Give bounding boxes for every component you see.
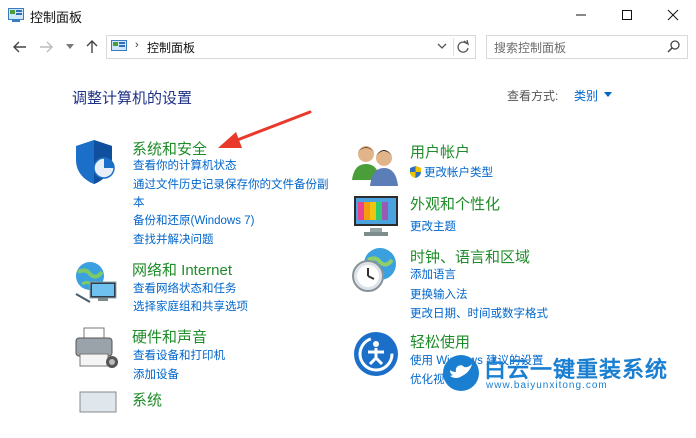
search-icon[interactable] — [667, 39, 681, 53]
ease-of-access-icon[interactable] — [352, 330, 400, 378]
watermark: 白云一键重装系统 www.baiyunxitong.com — [440, 350, 696, 399]
view-by-label: 查看方式: — [507, 89, 559, 103]
address-bar[interactable]: › 控制面板 — [106, 35, 476, 59]
up-button[interactable] — [82, 37, 102, 57]
clock-globe-icon[interactable] — [350, 246, 398, 294]
link-view-computer-status[interactable]: 查看你的计算机状态 — [133, 157, 237, 173]
category-appearance[interactable]: 外观和个性化 — [410, 193, 500, 214]
link-backup-restore[interactable]: 备份和还原(Windows 7) — [133, 212, 254, 228]
search-placeholder: 搜索控制面板 — [494, 41, 567, 55]
close-icon — [667, 9, 679, 21]
user-accounts-icon[interactable] — [352, 140, 400, 188]
title-bar: 控制面板 — [0, 0, 696, 30]
forward-button[interactable] — [36, 37, 56, 57]
link-devices-printers[interactable]: 查看设备和打印机 — [133, 347, 225, 363]
link-change-input-method[interactable]: 更换输入法 — [410, 286, 468, 302]
page-title: 调整计算机的设置 — [72, 90, 193, 107]
maximize-icon — [622, 10, 632, 20]
breadcrumb[interactable]: 控制面板 — [147, 39, 195, 56]
category-ease-of-access[interactable]: 轻松使用 — [410, 331, 470, 352]
control-panel-icon — [8, 8, 24, 22]
arrow-up-icon — [86, 40, 98, 53]
uac-shield-icon — [410, 166, 421, 178]
link-change-account-type-label[interactable]: 更改帐户类型 — [424, 167, 493, 179]
close-button[interactable] — [650, 0, 696, 30]
category-hardware-sound[interactable]: 硬件和声音 — [132, 326, 207, 347]
minimize-icon — [576, 14, 586, 16]
link-add-language[interactable]: 添加语言 — [410, 266, 456, 282]
network-globe-icon[interactable] — [72, 258, 120, 306]
printer-icon[interactable] — [72, 324, 120, 372]
link-network-status[interactable]: 查看网络状态和任务 — [133, 280, 237, 296]
window-title: 控制面板 — [30, 10, 83, 25]
arrow-left-icon — [13, 41, 26, 53]
category-system-security[interactable]: 系统和安全 — [132, 138, 207, 159]
link-change-theme[interactable]: 更改主题 — [410, 218, 456, 234]
recent-locations-button[interactable] — [60, 37, 80, 57]
bird-logo-icon — [443, 355, 479, 391]
programs-icon[interactable] — [76, 390, 124, 438]
watermark-url: www.baiyunxitong.com — [486, 380, 608, 391]
search-input[interactable]: 搜索控制面板 — [486, 35, 688, 59]
minimize-button[interactable] — [558, 0, 604, 30]
maximize-button[interactable] — [604, 0, 650, 30]
link-file-history-backup-wrap[interactable]: 本 — [133, 194, 145, 210]
shield-icon[interactable] — [74, 138, 122, 186]
link-troubleshoot[interactable]: 查找并解决问题 — [133, 231, 214, 247]
control-panel-icon — [111, 40, 127, 51]
link-homegroup[interactable]: 选择家庭组和共享选项 — [133, 298, 248, 314]
link-change-date-time-format[interactable]: 更改日期、时间或数字格式 — [410, 305, 548, 321]
breadcrumb-separator[interactable]: › — [135, 39, 139, 51]
view-by-dropdown[interactable]: 类别 — [574, 87, 598, 104]
link-change-account-type[interactable]: 更改帐户类型 — [410, 164, 493, 180]
chevron-down-icon[interactable] — [604, 92, 612, 97]
category-programs[interactable]: 系统 — [132, 389, 162, 410]
arrow-right-icon — [40, 41, 53, 53]
category-user-accounts[interactable]: 用户帐户 — [410, 141, 470, 162]
annotation-arrow — [218, 110, 312, 148]
refresh-icon[interactable] — [453, 38, 472, 56]
category-network-internet[interactable]: 网络和 Internet — [132, 259, 232, 280]
category-clock-language-region[interactable]: 时钟、语言和区域 — [410, 246, 530, 267]
chevron-down-icon[interactable] — [435, 39, 449, 53]
chevron-down-icon — [66, 44, 74, 49]
appearance-monitor-icon[interactable] — [352, 192, 400, 240]
link-file-history-backup[interactable]: 通过文件历史记录保存你的文件备份副 — [133, 176, 329, 192]
back-button[interactable] — [10, 37, 30, 57]
link-add-device[interactable]: 添加设备 — [133, 366, 179, 382]
